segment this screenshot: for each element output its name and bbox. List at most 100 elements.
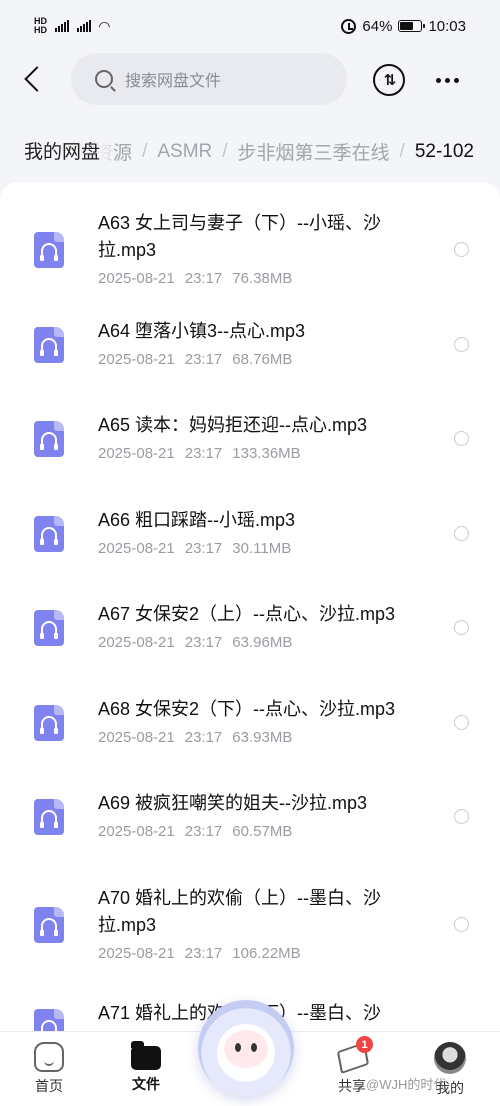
file-row[interactable]: A63 女上司与妻子（下）--小瑶、沙拉.mp3 2025-08-21 23:17 7… — [0, 210, 500, 300]
audio-file-icon — [34, 799, 64, 835]
breadcrumb-item-asmr[interactable]: ASMR — [157, 141, 212, 163]
file-size: 133.36MB — [232, 445, 301, 462]
nav-share[interactable]: 1 共享 — [312, 1032, 392, 1106]
top-bar: 搜索网盘文件 ⇅ — [0, 52, 500, 108]
file-time: 23:17 — [184, 945, 223, 962]
sort-arrows-icon: ⇅ — [383, 72, 397, 89]
file-meta: 2025-08-21 23:17 63.96MB — [98, 634, 292, 651]
breadcrumb-separator: / — [222, 140, 228, 162]
status-right: 64% 10:03 — [341, 18, 466, 35]
file-time: 23:17 — [184, 634, 223, 651]
home-icon — [34, 1042, 64, 1072]
headphones-icon — [40, 621, 58, 639]
battery-percent: 64% — [362, 17, 393, 35]
back-button[interactable] — [20, 64, 48, 96]
file-size: 76.38MB — [232, 270, 293, 287]
signal-5g-icon — [55, 20, 69, 32]
search-placeholder: 搜索网盘文件 — [125, 73, 222, 90]
more-button[interactable] — [432, 64, 462, 96]
select-checkbox[interactable] — [454, 809, 469, 824]
audio-file-icon — [34, 705, 64, 741]
nav-files[interactable]: 文件 — [106, 1032, 186, 1106]
file-row[interactable]: A64 堕落小镇3--点心.mp3 2025-08-21 23:17 68.76MB — [0, 318, 500, 408]
share-icon: 1 — [337, 1036, 373, 1072]
audio-file-icon — [34, 907, 64, 943]
file-row[interactable]: A68 女保安2（下）--点心、沙拉.mp3 2025-08-21 23:17 63.… — [0, 696, 500, 786]
headphones-icon — [40, 716, 58, 734]
headphones-icon — [41, 1020, 57, 1031]
file-size: 63.96MB — [232, 634, 293, 651]
file-time: 23:17 — [184, 351, 223, 368]
wifi-icon: ◠ — [99, 17, 110, 34]
assistant-mascot-button[interactable] — [198, 1000, 294, 1096]
file-row[interactable]: A69 被疯狂嘲笑的姐夫--沙拉.mp3 2025-08-21 23:17 60.57… — [0, 790, 500, 880]
breadcrumb-root[interactable]: 我的网盘 — [12, 132, 113, 168]
file-meta: 2025-08-21 23:17 63.93MB — [98, 729, 292, 746]
file-name: A70 婚礼上的欢偷（上）--墨白、沙拉.mp3 — [98, 888, 382, 935]
breadcrumb: 资源 / ASMR / 步非烟第三季在线 / 52-102 我的网盘 — [0, 128, 500, 172]
file-time: 23:17 — [184, 270, 223, 287]
file-date: 2025-08-21 — [98, 445, 175, 462]
file-date: 2025-08-21 — [98, 823, 175, 840]
headphones-icon — [40, 527, 58, 545]
search-input[interactable]: 搜索网盘文件 — [71, 53, 347, 105]
file-row[interactable]: A70 婚礼上的欢偷（上）--墨白、沙拉.mp3 2025-08-21 23:17 1… — [0, 885, 500, 975]
file-list: A63 女上司与妻子（下）--小瑶、沙拉.mp3 2025-08-21 23:17 7… — [0, 182, 500, 1031]
file-date: 2025-08-21 — [98, 729, 175, 746]
status-bar: HD HD ◠ 64% 10:03 — [0, 0, 500, 52]
breadcrumb-separator: / — [142, 140, 148, 162]
file-row[interactable]: A66 粗口踩踏--小瑶.mp3 2025-08-21 23:17 30.11MB — [0, 507, 500, 597]
select-checkbox[interactable] — [454, 526, 469, 541]
file-size: 30.11MB — [232, 540, 292, 557]
battery-fill — [400, 22, 414, 30]
file-time: 23:17 — [184, 823, 223, 840]
audio-file-icon — [34, 421, 64, 457]
headphones-icon — [40, 918, 58, 936]
file-name: A63 女上司与妻子（下）--小瑶、沙拉.mp3 — [98, 213, 382, 260]
file-name: A64 堕落小镇3--点心.mp3 — [98, 321, 306, 341]
file-time: 23:17 — [184, 729, 223, 746]
audio-file-icon — [34, 1009, 64, 1031]
sort-button[interactable]: ⇅ — [373, 64, 405, 96]
select-checkbox[interactable] — [454, 337, 469, 352]
clock: 10:03 — [428, 17, 466, 35]
headphones-icon — [40, 432, 58, 450]
alarm-icon — [341, 18, 357, 34]
battery-icon — [398, 20, 426, 32]
file-meta: 2025-08-21 23:17 133.36MB — [98, 445, 301, 462]
audio-file-icon — [34, 610, 64, 646]
file-date: 2025-08-21 — [98, 634, 175, 651]
file-row[interactable]: A65 读本：妈妈拒还迎--点心.mp3 2025-08-21 23:17 133.3… — [0, 412, 500, 502]
headphones-icon — [40, 338, 58, 356]
file-meta: 2025-08-21 23:17 68.76MB — [98, 351, 292, 368]
file-size: 68.76MB — [232, 351, 293, 368]
file-name: A65 读本：妈妈拒还迎--点心.mp3 — [98, 415, 368, 435]
more-dots-icon — [435, 77, 441, 83]
audio-file-icon — [34, 327, 64, 363]
file-meta: 2025-08-21 23:17 30.11MB — [98, 540, 291, 557]
headphones-icon — [40, 243, 58, 261]
hd-icon: HD HD — [34, 16, 47, 35]
file-size: 106.22MB — [232, 945, 301, 962]
select-checkbox[interactable] — [454, 620, 469, 635]
select-checkbox[interactable] — [454, 917, 469, 932]
file-time: 23:17 — [184, 445, 223, 462]
file-name: A66 粗口踩踏--小瑶.mp3 — [98, 510, 296, 530]
select-checkbox[interactable] — [454, 431, 469, 446]
file-time: 23:17 — [184, 540, 223, 557]
search-icon — [95, 70, 113, 88]
file-size: 60.57MB — [232, 823, 293, 840]
nav-home[interactable]: 首页 — [9, 1032, 89, 1106]
select-checkbox[interactable] — [454, 715, 469, 730]
file-meta: 2025-08-21 23:17 106.22MB — [98, 945, 301, 962]
nav-share-label: 共享 — [338, 1078, 366, 1094]
select-checkbox[interactable] — [454, 242, 469, 257]
file-row[interactable]: A67 女保安2（上）--点心、沙拉.mp3 2025-08-21 23:17 63.… — [0, 601, 500, 691]
signal-4g-icon — [77, 20, 91, 32]
breadcrumb-item-series[interactable]: 步非烟第三季在线 — [238, 138, 390, 165]
file-date: 2025-08-21 — [98, 945, 175, 962]
audio-file-icon — [34, 516, 64, 552]
breadcrumb-separator: / — [399, 140, 405, 162]
breadcrumb-trail: 资源 / ASMR / 步非烟第三季在线 / 52-102 — [94, 138, 474, 165]
nav-mine[interactable]: 我的 — [410, 1032, 490, 1106]
